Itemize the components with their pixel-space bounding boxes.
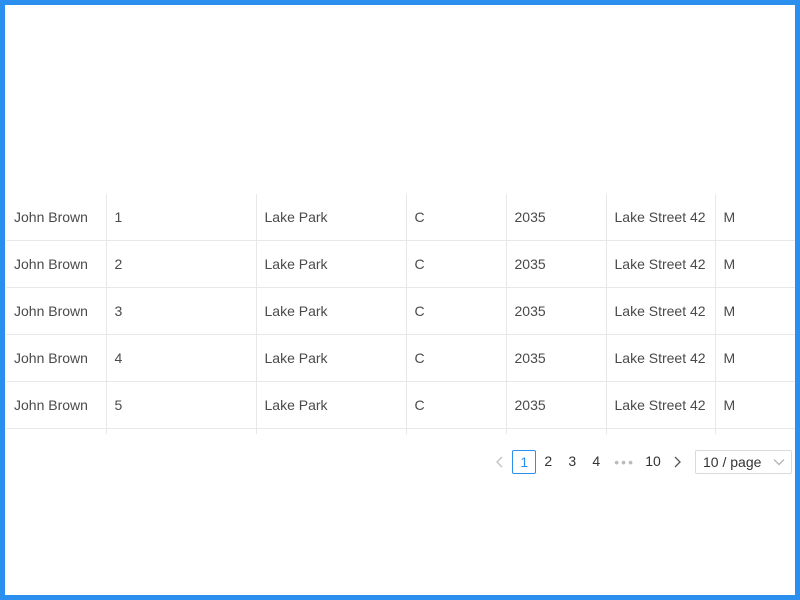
page-item-2[interactable]: 2: [536, 450, 560, 474]
table-cell-num: 1: [106, 194, 257, 241]
table-scroll-area[interactable]: John Brown 1 Lake Park C 2035 Lake Street 42 M…: [6, 194, 795, 434]
table-cell-gender: M: [715, 381, 795, 429]
table-cell-gender: M: [715, 240, 795, 288]
table-row: John Brown 4 Lake Park C 2035 Lake Street 42 M: [6, 334, 795, 382]
table-cell-num: 4: [106, 334, 257, 382]
page-item-3[interactable]: 3: [560, 450, 584, 474]
table-cell: [606, 428, 716, 434]
table-cell-name: John Brown: [6, 287, 107, 335]
page-item-10[interactable]: 10: [641, 450, 665, 474]
table-row: John Brown 5 Lake Park C 2035 Lake Street 42 M: [6, 381, 795, 429]
table-cell-name: John Brown: [6, 194, 107, 241]
table-cell: [256, 428, 407, 434]
table-cell-letter: C: [406, 287, 507, 335]
table-cell: [406, 428, 507, 434]
table-cell-street: Lake Street 42: [606, 194, 716, 241]
table-cell-place: Lake Park: [256, 334, 407, 382]
table-row: John Brown 1 Lake Park C 2035 Lake Street 42 M: [6, 194, 795, 241]
table-cell-year: 2035: [506, 240, 607, 288]
table-cell-year: 2035: [506, 194, 607, 241]
table-cell-place: Lake Park: [256, 381, 407, 429]
pagination: 1 2 3 4 ••• 10 10 / page: [488, 450, 792, 474]
table-cell-street: Lake Street 42: [606, 287, 716, 335]
table-cell-name: John Brown: [6, 381, 107, 429]
table-cell-num: 3: [106, 287, 257, 335]
table-cell-street: Lake Street 42: [606, 334, 716, 382]
prev-page-button[interactable]: [488, 450, 512, 474]
table-cell-name: John Brown: [6, 334, 107, 382]
table-cell-letter: C: [406, 381, 507, 429]
page-size-value: 10 / page: [703, 454, 762, 470]
table-cell-year: 2035: [506, 381, 607, 429]
table-cell-num: 2: [106, 240, 257, 288]
table-cell-place: Lake Park: [256, 194, 407, 241]
page-item-1[interactable]: 1: [512, 450, 537, 474]
table-cell-letter: C: [406, 334, 507, 382]
table-row-partial: [6, 428, 795, 435]
table-row: John Brown 3 Lake Park C 2035 Lake Street 42 M: [6, 287, 795, 335]
table-cell-gender: M: [715, 287, 795, 335]
page-item-4[interactable]: 4: [584, 450, 608, 474]
table-cell: [506, 428, 607, 434]
data-table: John Brown 1 Lake Park C 2035 Lake Street 42 M…: [6, 194, 795, 434]
table-body: John Brown 1 Lake Park C 2035 Lake Street 42 M…: [6, 194, 795, 434]
table-cell-place: Lake Park: [256, 240, 407, 288]
table-cell-gender: M: [715, 194, 795, 241]
chevron-left-icon: [496, 456, 503, 468]
table-cell-year: 2035: [506, 334, 607, 382]
table-cell: [106, 428, 257, 434]
chevron-down-icon: [773, 459, 785, 466]
table-row: John Brown 2 Lake Park C 2035 Lake Street 42 M: [6, 240, 795, 288]
table-cell-street: Lake Street 42: [606, 381, 716, 429]
chevron-right-icon: [674, 456, 681, 468]
table-cell-letter: C: [406, 240, 507, 288]
table-cell-name: John Brown: [6, 240, 107, 288]
table-cell-street: Lake Street 42: [606, 240, 716, 288]
table-cell-year: 2035: [506, 287, 607, 335]
jump-next-ellipsis[interactable]: •••: [608, 454, 641, 470]
table-cell-num: 5: [106, 381, 257, 429]
next-page-button[interactable]: [665, 450, 689, 474]
table-cell: [715, 429, 795, 435]
table-cell: [6, 428, 107, 434]
table-cell-letter: C: [406, 194, 507, 241]
page-size-select[interactable]: 10 / page: [695, 450, 792, 474]
table-cell-gender: M: [715, 334, 795, 382]
table-cell-place: Lake Park: [256, 287, 407, 335]
